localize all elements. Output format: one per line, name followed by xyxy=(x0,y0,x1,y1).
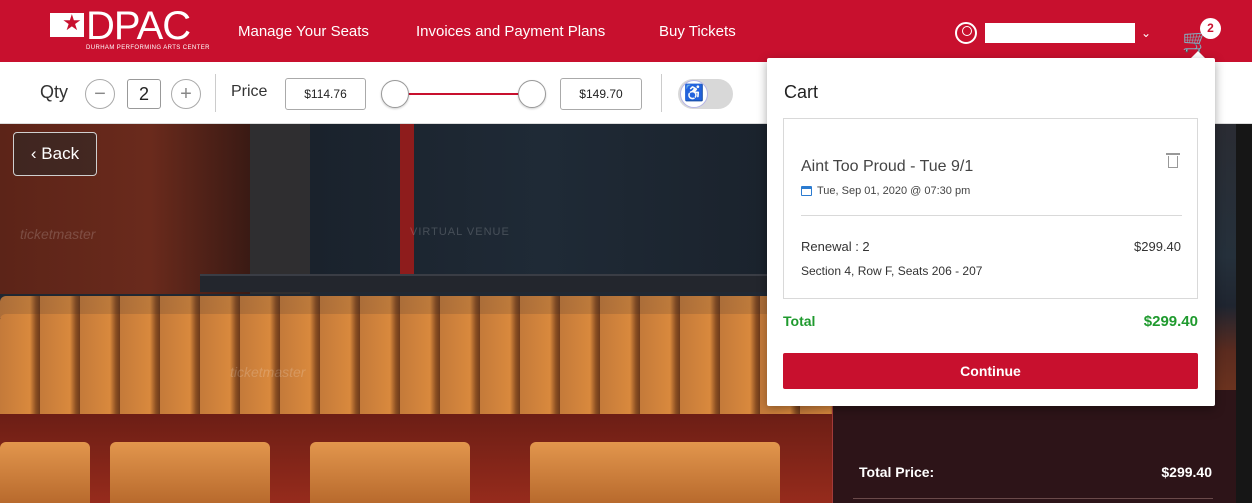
dpac-logo[interactable]: ★ DPAC DURHAM PERFORMING ARTS CENTER xyxy=(50,4,209,55)
venue-column xyxy=(250,124,310,294)
price-slider-track[interactable] xyxy=(395,93,535,95)
cart-total-value: $299.40 xyxy=(1143,313,1198,330)
total-price-value: $299.40 xyxy=(1161,464,1212,480)
user-icon xyxy=(955,22,977,44)
divider xyxy=(853,498,1213,499)
event-name: Aint Too Proud - Tue 9/1 xyxy=(801,158,974,175)
cart-total-label: Total xyxy=(783,313,816,329)
divider xyxy=(215,74,216,112)
price-slider-max-handle[interactable] xyxy=(518,80,546,108)
top-header: ★ DPAC DURHAM PERFORMING ARTS CENTER Man… xyxy=(0,0,1252,62)
renewal-count: Renewal : 2 xyxy=(801,239,870,254)
watermark-virtual-venue: VIRTUAL VENUE xyxy=(410,226,510,238)
qty-decrease-button[interactable]: − xyxy=(85,79,115,109)
chevron-down-icon: ⌄ xyxy=(1141,26,1152,40)
total-price-label: Total Price: xyxy=(859,464,935,480)
back-label: Back xyxy=(41,144,80,163)
qty-increase-button[interactable]: + xyxy=(171,79,201,109)
item-price: $299.40 xyxy=(1134,239,1181,254)
cart-count-badge: 2 xyxy=(1200,18,1221,39)
price-summary-panel: Total Price: $299.40 xyxy=(832,390,1236,503)
wheelchair-icon: ♿ xyxy=(680,80,708,108)
cart-button[interactable]: 🛒 2 xyxy=(1180,18,1221,53)
nav-manage-seats[interactable]: Manage Your Seats xyxy=(238,0,369,62)
divider xyxy=(801,215,1182,216)
nav-invoices[interactable]: Invoices and Payment Plans xyxy=(416,0,605,62)
price-label: Price xyxy=(231,83,268,100)
cart-title: Cart xyxy=(784,82,819,102)
qty-value[interactable]: 2 xyxy=(127,79,161,109)
redacted-username xyxy=(985,23,1135,43)
watermark-ticketmaster: ticketmaster xyxy=(20,226,96,242)
watermark-ticketmaster: ticketmaster xyxy=(230,364,306,380)
nav-buy-tickets[interactable]: Buy Tickets xyxy=(659,0,736,62)
qty-label: Qty xyxy=(40,82,69,102)
seat-details: Section 4, Row F, Seats 206 - 207 xyxy=(801,264,983,278)
back-button[interactable]: ‹ Back xyxy=(13,132,97,176)
event-date: Tue, Sep 01, 2020 @ 07:30 pm xyxy=(801,185,970,197)
stage xyxy=(200,274,820,292)
cart-item: Aint Too Proud - Tue 9/1 Tue, Sep 01, 20… xyxy=(783,118,1198,299)
stage-curtain xyxy=(310,124,780,284)
divider xyxy=(661,74,662,112)
calendar-icon xyxy=(801,186,812,196)
seat-front xyxy=(110,442,270,503)
cart-popover: Cart Aint Too Proud - Tue 9/1 Tue, Sep 0… xyxy=(767,58,1215,406)
price-max-input[interactable]: $149.70 xyxy=(560,78,642,110)
seat-front xyxy=(310,442,470,503)
accessibility-toggle[interactable]: ♿ xyxy=(678,79,733,109)
price-slider-min-handle[interactable] xyxy=(381,80,409,108)
continue-button[interactable]: Continue xyxy=(783,353,1198,389)
user-menu[interactable]: ⌄ xyxy=(955,20,1151,46)
seat-front xyxy=(530,442,780,503)
logo-text: DPAC xyxy=(86,4,191,48)
logo-subtitle: DURHAM PERFORMING ARTS CENTER xyxy=(86,45,210,51)
stage-pillar xyxy=(400,124,414,284)
side-strip xyxy=(1236,124,1252,503)
price-min-input[interactable]: $114.76 xyxy=(285,78,366,110)
star-icon: ★ xyxy=(50,10,84,37)
event-date-text: Tue, Sep 01, 2020 @ 07:30 pm xyxy=(817,185,971,197)
trash-icon[interactable] xyxy=(1166,153,1180,169)
seat-front xyxy=(0,442,90,503)
